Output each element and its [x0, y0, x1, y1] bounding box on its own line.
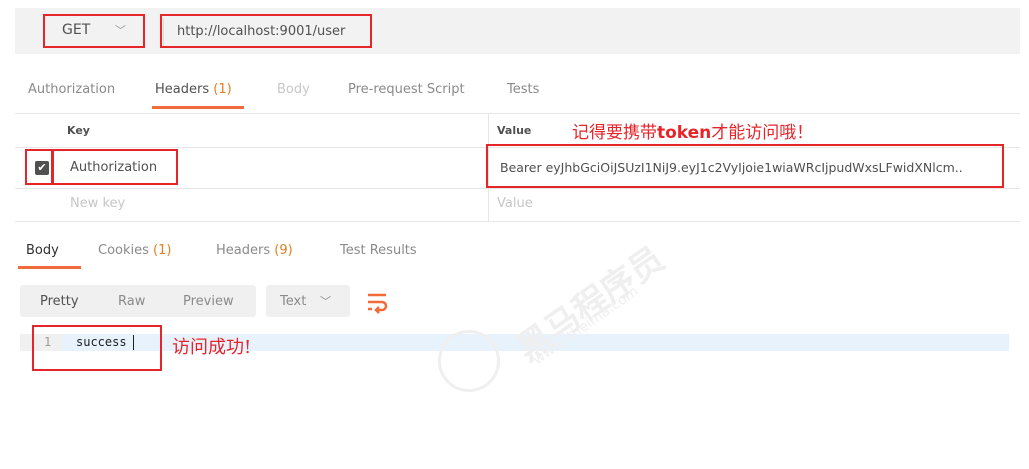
- new-value-input[interactable]: Value: [497, 196, 533, 211]
- token-reminder-token: token: [657, 123, 712, 143]
- tab-headers-label: Headers: [155, 82, 210, 97]
- token-reminder-suffix: 才能访问哦！: [711, 123, 814, 143]
- value-highlight-box: [486, 144, 1004, 188]
- response-tab-cookies[interactable]: Cookies (1): [98, 243, 171, 258]
- view-preview-button[interactable]: Preview: [183, 294, 234, 309]
- tab-headers[interactable]: Headers (1): [155, 82, 232, 97]
- view-pretty-button[interactable]: Pretty: [40, 294, 79, 309]
- success-annotation: 访问成功!: [172, 337, 252, 358]
- token-reminder-annotation: 记得要携带token才能访问哦！: [572, 118, 813, 143]
- format-select-label: Text: [280, 294, 307, 309]
- watermark-logo: [438, 330, 500, 392]
- tab-tests[interactable]: Tests: [507, 82, 539, 97]
- checkbox-highlight-box: [25, 149, 53, 185]
- column-header-key: Key: [67, 124, 90, 137]
- response-headers-count: (9): [274, 243, 293, 258]
- response-tab-body[interactable]: Body: [26, 243, 59, 258]
- token-reminder-prefix: 记得要携带: [572, 123, 657, 143]
- success-highlight-box: [32, 325, 162, 371]
- chevron-down-icon: ﹀: [320, 295, 331, 308]
- url-highlight-box: [160, 14, 372, 48]
- response-headers-label: Headers: [216, 243, 271, 258]
- wrap-lines-icon[interactable]: [362, 286, 392, 316]
- response-tab-headers[interactable]: Headers (9): [216, 243, 293, 258]
- response-tab-test-results[interactable]: Test Results: [340, 243, 417, 258]
- active-tab-underline: [152, 106, 244, 109]
- response-tab-underline: [18, 266, 81, 269]
- tab-authorization[interactable]: Authorization: [28, 82, 115, 97]
- method-highlight-box: [43, 14, 145, 48]
- cookies-count: (1): [153, 243, 172, 258]
- column-header-value: Value: [497, 124, 532, 137]
- table-border-bottom: [15, 221, 1020, 222]
- format-select[interactable]: Text ﹀: [266, 285, 350, 317]
- table-border: [15, 188, 1020, 189]
- tab-prerequest-script[interactable]: Pre-request Script: [348, 82, 465, 97]
- tab-body[interactable]: Body: [277, 82, 310, 97]
- tab-headers-count: (1): [213, 82, 232, 97]
- view-raw-button[interactable]: Raw: [118, 294, 145, 309]
- new-key-input[interactable]: New key: [70, 196, 125, 211]
- view-mode-group: Pretty Raw Preview: [20, 285, 256, 317]
- key-highlight-box: [52, 149, 178, 185]
- cookies-label: Cookies: [98, 243, 149, 258]
- table-border-top: [15, 113, 1020, 114]
